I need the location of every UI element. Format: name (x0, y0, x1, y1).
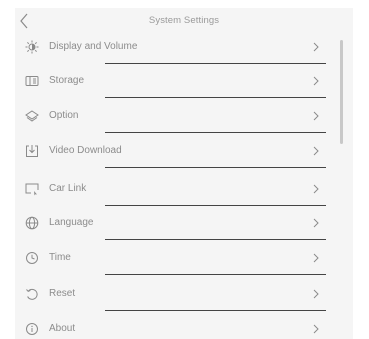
settings-item-label: Video Download (49, 145, 122, 156)
reset-icon (25, 287, 39, 301)
brightness-icon (25, 40, 39, 54)
settings-item-car-link[interactable]: Car Link (15, 172, 335, 206)
chevron-right-icon (312, 75, 320, 87)
page-title: System Settings (148, 15, 220, 26)
chevron-right-icon (312, 41, 320, 53)
divider (105, 274, 326, 275)
settings-item-reset[interactable]: Reset (15, 277, 335, 311)
chevron-right-icon (312, 252, 320, 264)
settings-item-video-download[interactable]: Video Download (15, 134, 335, 168)
divider (105, 310, 326, 311)
divider (105, 167, 326, 168)
globe-icon (25, 216, 39, 230)
settings-item-display-and-volume[interactable]: Display and Volume (15, 30, 335, 64)
scrollbar-thumb[interactable] (340, 40, 343, 144)
settings-item-language[interactable]: Language (15, 206, 335, 240)
settings-item-label: Car Link (49, 183, 87, 194)
settings-panel: System Settings Display and Volume Stora… (15, 8, 353, 339)
settings-item-storage[interactable]: Storage (15, 64, 335, 98)
chevron-right-icon (312, 110, 320, 122)
divider (105, 132, 326, 133)
monitor-link-icon (25, 182, 39, 196)
settings-item-time[interactable]: Time (15, 241, 335, 275)
storage-icon (25, 74, 39, 88)
download-icon (25, 144, 39, 158)
info-icon (25, 322, 39, 336)
divider (105, 97, 326, 98)
chevron-right-icon (312, 323, 320, 335)
clock-icon (25, 251, 39, 265)
settings-item-about[interactable]: About (15, 312, 335, 339)
settings-item-label: Reset (49, 288, 76, 299)
settings-item-label: Storage (49, 75, 85, 86)
chevron-right-icon (312, 288, 320, 300)
settings-item-option[interactable]: Option (15, 99, 335, 133)
chevron-right-icon (312, 145, 320, 157)
chevron-right-icon (312, 183, 320, 195)
settings-item-label: Time (49, 252, 71, 263)
chevron-right-icon (312, 217, 320, 229)
settings-item-label: Display and Volume (49, 41, 138, 52)
settings-item-label: Option (49, 110, 79, 121)
divider (105, 239, 326, 240)
layers-icon (25, 109, 39, 123)
settings-item-label: About (49, 323, 76, 334)
settings-item-label: Language (49, 217, 94, 228)
